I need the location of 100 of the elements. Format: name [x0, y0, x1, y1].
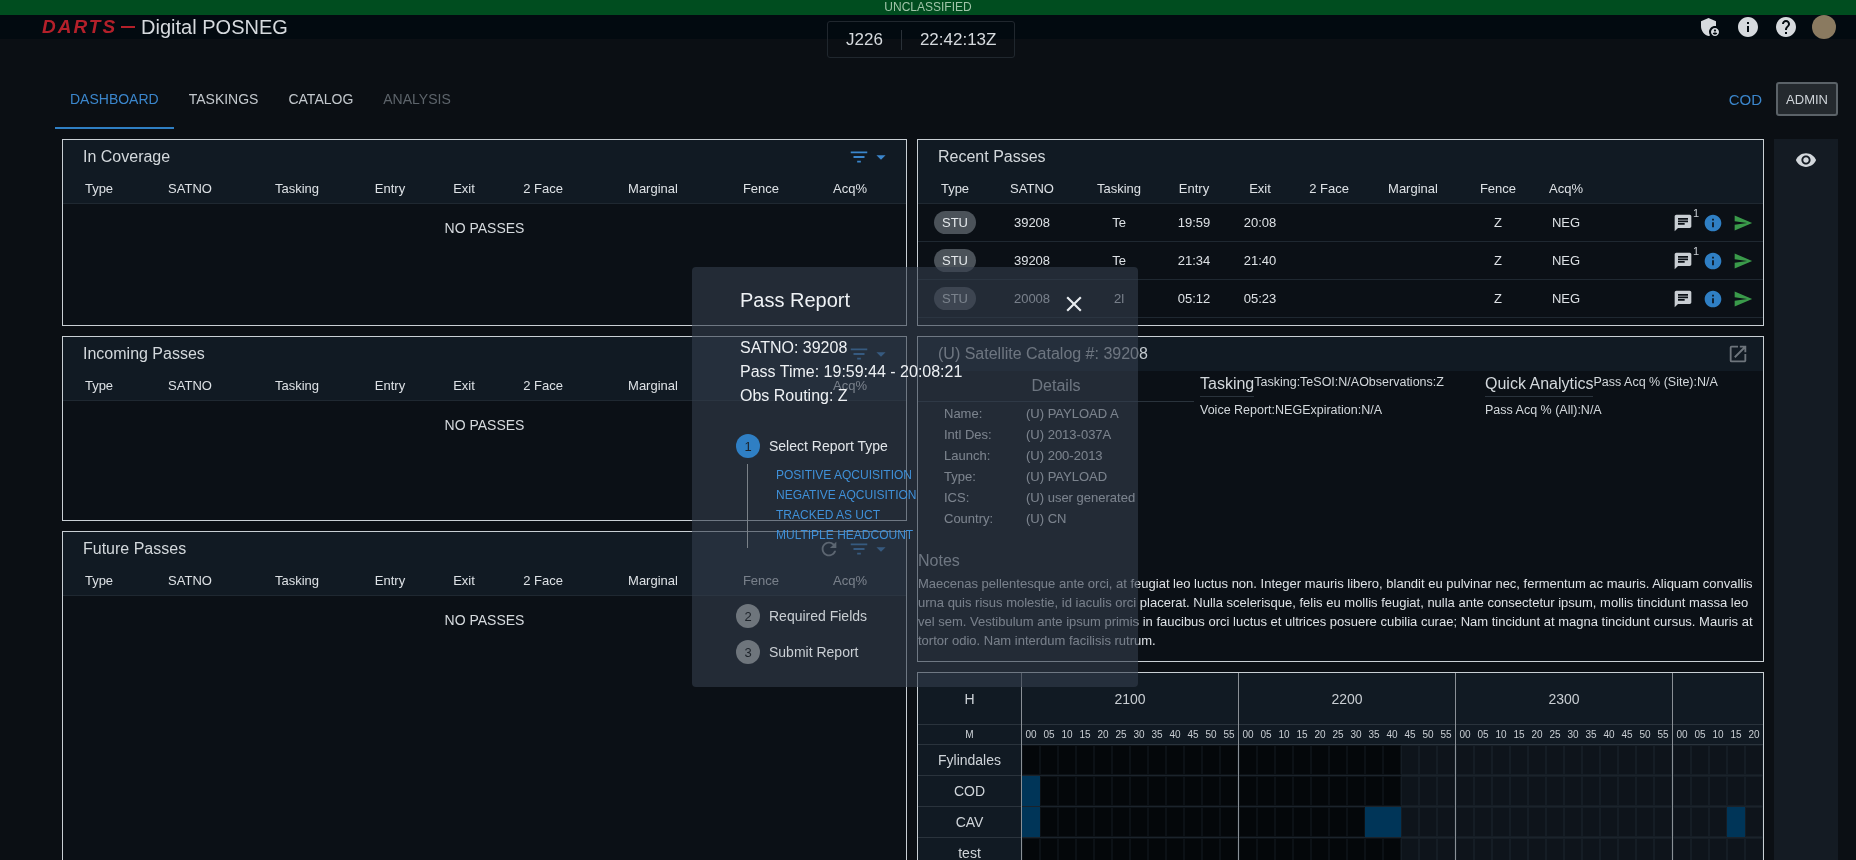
detail-value: (U) 2013-037A [1026, 427, 1112, 442]
column-header: Exit [453, 573, 475, 588]
panel-title: Future Passes [83, 540, 187, 558]
column-header: Type [84, 181, 114, 196]
minute-tick: 45 [1186, 728, 1200, 742]
column-header: Entry [374, 181, 406, 196]
report-type-link[interactable]: POSITIVE AQCUISITION [776, 468, 913, 482]
minute-tick: 40 [1602, 728, 1616, 742]
analytics-info: Pass Acq % (Site):N/A [1593, 375, 1718, 389]
notes-heading: Notes [918, 552, 960, 570]
table-cell: Z [1494, 253, 1502, 268]
table-cell: 2l [1113, 291, 1125, 306]
type-badge: STU [934, 287, 976, 310]
table-cell: Te [1112, 215, 1126, 230]
table-cell: 20008 [1013, 291, 1051, 306]
column-header: Marginal [628, 573, 678, 588]
minute-tick: 25 [1114, 728, 1128, 742]
step-label[interactable]: Submit Report [769, 644, 859, 660]
tasking-info: Voice Report:NEGExpiration:N/A [1200, 403, 1384, 417]
minute-tick: 00 [1458, 728, 1472, 742]
table-cell: 19:59 [1177, 215, 1211, 230]
column-header: 2 Face [523, 181, 563, 196]
minute-tick: 25 [1548, 728, 1562, 742]
minute-tick: 05 [1042, 728, 1056, 742]
minute-tick: 30 [1132, 728, 1146, 742]
dialog-title: Pass Report [740, 289, 851, 312]
pass-row[interactable]: STU 39208 Te 21:34 21:40 Z NEG 1 [918, 242, 1763, 280]
help-icon[interactable] [1774, 15, 1798, 39]
table-cell: Te [1112, 253, 1126, 268]
tasking-heading: Tasking [1200, 375, 1255, 397]
table-cell: 05:12 [1177, 291, 1211, 306]
pass-info: SATNO: 39208 [740, 338, 848, 358]
info-icon[interactable] [1736, 15, 1760, 39]
minute-tick: 10 [1060, 728, 1074, 742]
nav-tab[interactable]: CATALOG [273, 85, 369, 129]
column-header: Entry [374, 573, 406, 588]
column-header: Acq% [833, 573, 867, 588]
detail-value: (U) PAYLOAD [1026, 469, 1108, 484]
app-title: Digital POSNEG [141, 15, 288, 39]
column-header: Marginal [628, 378, 678, 393]
table-cell: NEG [1551, 215, 1581, 230]
analytics-heading: Quick Analytics [1485, 375, 1594, 397]
column-header: SATNO [168, 378, 212, 393]
minute-tick: 00 [1675, 728, 1689, 742]
comment-count: 1 [1692, 206, 1699, 219]
step-label[interactable]: Select Report Type [769, 438, 888, 454]
minute-tick: 55 [1656, 728, 1670, 742]
hour-header: 2300 [1456, 673, 1672, 725]
table-cell: 21:34 [1177, 253, 1211, 268]
comment-icon[interactable] [1673, 212, 1693, 233]
column-header: Acq% [833, 181, 867, 196]
table-cell: Z [1494, 215, 1502, 230]
column-header: Entry [1178, 181, 1210, 196]
admin-button[interactable]: ADMIN [1776, 82, 1838, 116]
tasking-info: Tasking:TeSOI:N/AObservations:Z [1254, 375, 1444, 389]
table-cell: NEG [1551, 253, 1581, 268]
pass-row[interactable]: STU 39208 Te 19:59 20:08 Z NEG 1 [918, 204, 1763, 242]
type-badge: STU [934, 211, 976, 234]
open-in-new-icon[interactable] [1727, 343, 1749, 365]
table-cell: Z [1494, 291, 1502, 306]
site-label: COD [918, 776, 1021, 807]
comment-icon[interactable] [1673, 288, 1693, 309]
pass-row[interactable]: STU 20008 2l 05:12 05:23 Z NEG [918, 280, 1763, 318]
panel-title: Incoming Passes [83, 345, 205, 363]
column-header: Tasking [274, 181, 320, 196]
step-label[interactable]: Required Fields [769, 608, 868, 624]
minute-tick: 15 [1729, 728, 1743, 742]
minute-tick: 45 [1403, 728, 1417, 742]
comment-icon[interactable] [1673, 250, 1693, 271]
panel-title: In Coverage [83, 148, 171, 166]
column-header: SATNO [168, 573, 212, 588]
minute-tick: 20 [1313, 728, 1327, 742]
column-header: Fence [742, 181, 780, 196]
minute-tick: 20 [1747, 728, 1761, 742]
site-link[interactable]: COD [1728, 91, 1763, 108]
table-cell: 21:40 [1243, 253, 1277, 268]
hour-label: H [918, 673, 1021, 725]
minute-tick: 35 [1150, 728, 1164, 742]
detail-value: (U) 200-2013 [1026, 448, 1103, 463]
minute-tick: 05 [1693, 728, 1707, 742]
avatar[interactable] [1812, 15, 1836, 39]
shield-icon[interactable] [1698, 15, 1722, 39]
minute-tick: 00 [1241, 728, 1255, 742]
minute-tick: 10 [1494, 728, 1508, 742]
column-header: Fence [1479, 181, 1517, 196]
minute-tick: 15 [1512, 728, 1526, 742]
table-cell: 20:08 [1243, 215, 1277, 230]
report-type-link[interactable]: TRACKED AS UCT [776, 508, 880, 522]
nav-tab[interactable]: TASKINGS [173, 85, 274, 129]
report-type-link[interactable]: NEGATIVE AQCUISITION [776, 488, 917, 502]
site-label: Fylindales [918, 745, 1021, 776]
detail-label: Name: [944, 406, 983, 421]
minute-tick: 30 [1566, 728, 1580, 742]
column-header: Type [84, 573, 114, 588]
detail-value: (U) PAYLOAD A [1026, 406, 1119, 421]
column-header: SATNO [1010, 181, 1054, 196]
empty-message: NO PASSES [444, 417, 525, 433]
column-header: Marginal [1388, 181, 1438, 196]
report-type-link[interactable]: MULTIPLE HEADCOUNT [776, 528, 914, 542]
nav-tab[interactable]: DASHBOARD [55, 85, 174, 129]
